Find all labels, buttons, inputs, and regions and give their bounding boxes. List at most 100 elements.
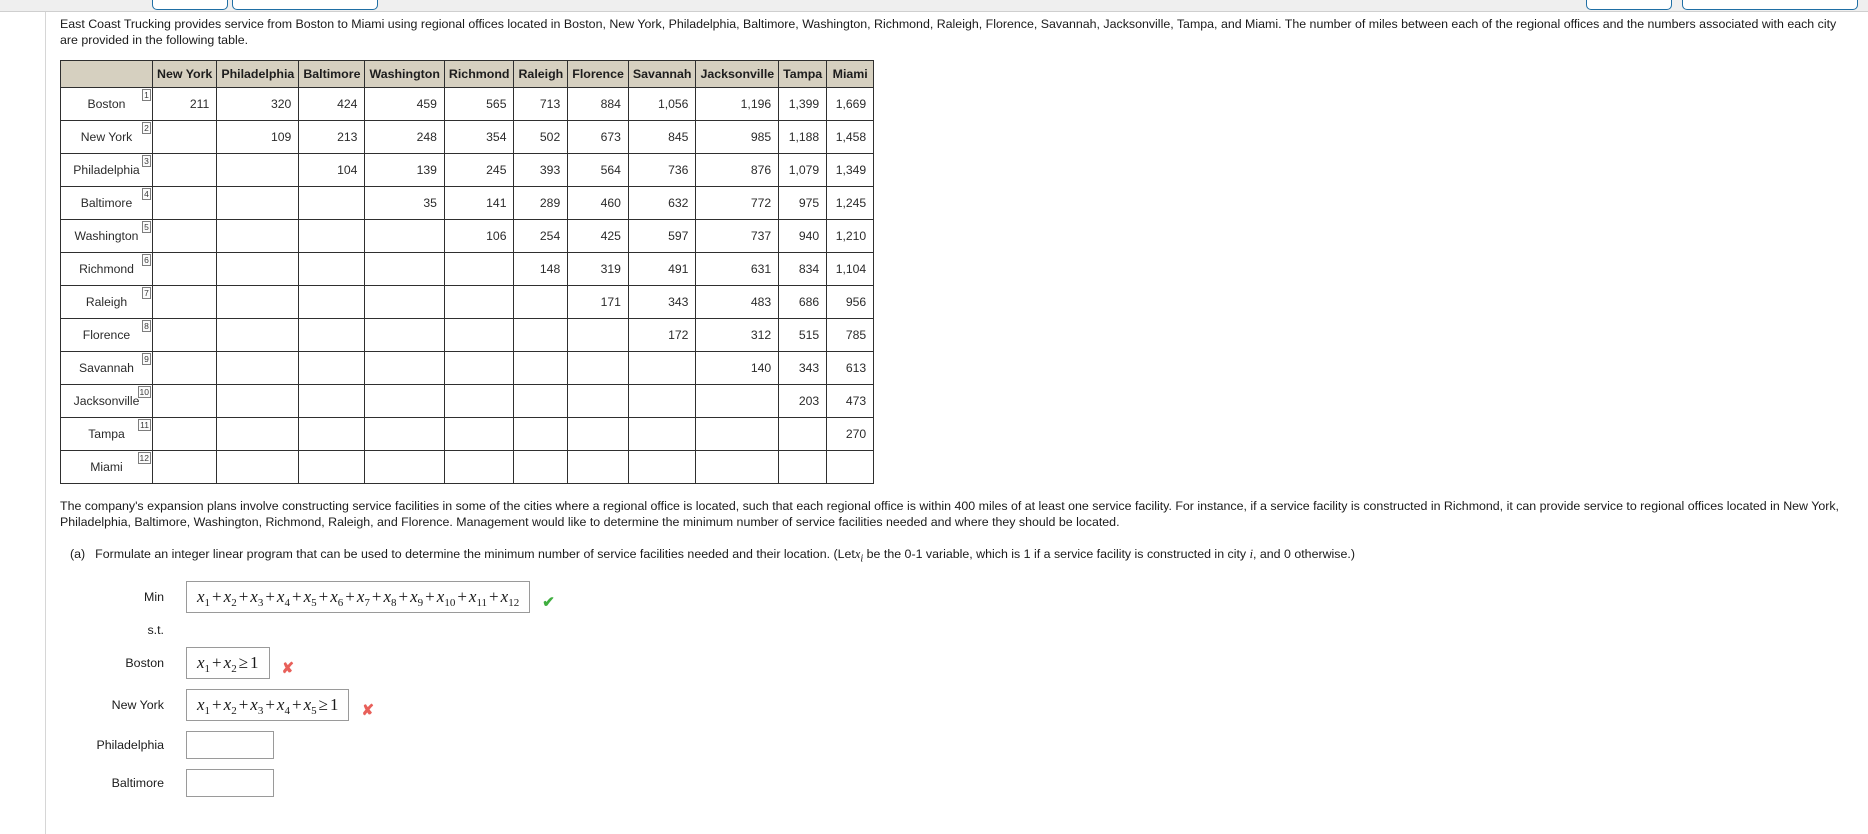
rhs-value: 1 [329, 695, 339, 715]
distance-cell: 785 [826, 318, 875, 352]
distance-cell: 975 [778, 186, 828, 220]
distance-cell [778, 450, 828, 484]
distance-cell: 140 [695, 351, 780, 385]
distance-cell [364, 219, 445, 253]
variable-term: x9 [410, 586, 424, 609]
row-index-badge: 4 [142, 188, 151, 200]
distance-cell: 772 [695, 186, 780, 220]
distance-table-row-label: Baltimore 4 [60, 186, 153, 220]
distance-cell [151, 351, 218, 385]
constraint-input[interactable]: x1 + x2 + x3 + x4 + x5 ≥ 1 [186, 689, 350, 722]
table-row: Jacksonville 10 203 473 [60, 384, 875, 418]
row-city-name: Washington [74, 229, 139, 243]
distance-cell [364, 285, 445, 319]
distance-cell [443, 450, 515, 484]
distance-cell [627, 351, 697, 385]
distance-cell: 109 [216, 120, 300, 154]
distance-cell: 1,349 [826, 153, 875, 187]
table-row: New York 2 109 213 248 354 502 673 845 985 1,188 1,… [60, 120, 875, 154]
distance-cell: 343 [627, 285, 697, 319]
toolbar-button-1[interactable] [152, 0, 228, 10]
row-index-badge: 5 [142, 221, 151, 233]
distance-cell [364, 384, 445, 418]
distance-cell: 354 [443, 120, 515, 154]
distance-cell: 203 [778, 384, 828, 418]
constraint-input[interactable] [186, 769, 274, 798]
distance-cell: 171 [567, 285, 629, 319]
distance-table-col-header: Washington [364, 60, 445, 88]
row-city-name: Savannah [79, 361, 134, 375]
distance-cell: 515 [778, 318, 828, 352]
distance-table-col-header: Savannah [627, 60, 697, 88]
toolbar-button-2[interactable] [232, 0, 378, 10]
row-index-badge: 7 [142, 287, 151, 299]
distance-cell: 1,079 [778, 153, 828, 187]
distance-cell: 713 [513, 87, 569, 121]
toolbar-button-3[interactable] [1586, 0, 1672, 10]
distance-cell: 876 [695, 153, 780, 187]
distance-cell: 1,056 [627, 87, 697, 121]
variable-term: x7 [356, 586, 370, 609]
plus-operator: + [345, 587, 355, 607]
distance-cell: 35 [364, 186, 445, 220]
plus-operator: + [291, 587, 302, 607]
objective-input[interactable]: x1 + x2 + x3 + x4 + x5 + x6 + x7 + x8 + … [186, 581, 531, 614]
part-a-text: Formulate an integer linear program that… [95, 546, 1355, 567]
distance-cell: 106 [443, 219, 515, 253]
distance-cell: 631 [695, 252, 780, 286]
distance-cell: 312 [695, 318, 780, 352]
plus-operator: + [318, 587, 329, 607]
distance-cell [567, 417, 629, 451]
variable-term: x3 [250, 694, 264, 717]
row-city-name: Jacksonville [73, 394, 140, 408]
part-a-variable-subscript: i [860, 553, 864, 565]
distance-table-col-header: Richmond [443, 60, 515, 88]
distance-cell [513, 384, 569, 418]
distance-cell: 320 [216, 87, 300, 121]
row-index-badge: 2 [142, 122, 151, 134]
distance-cell: 491 [627, 252, 697, 286]
distance-cell [216, 318, 300, 352]
distance-cell: 254 [513, 219, 569, 253]
distance-cell: 985 [695, 120, 780, 154]
distance-cell [513, 285, 569, 319]
distance-cell [627, 384, 697, 418]
distance-cell [443, 417, 515, 451]
table-row: Boston 1 211 320 424 459 565 713 884 1,056 1,196 1,… [60, 87, 875, 121]
distance-cell [364, 318, 445, 352]
plus-operator: + [291, 695, 302, 715]
distance-table-row-label: New York 2 [60, 120, 153, 154]
distance-table-head: New York Philadelphia Baltimore Washington R… [60, 60, 875, 88]
distance-table-row-label: Washington 5 [60, 219, 153, 253]
distance-cell [216, 417, 300, 451]
distance-table-header-row: New York Philadelphia Baltimore Washington R… [60, 60, 875, 88]
distance-cell [567, 351, 629, 385]
distance-cell: 1,458 [826, 120, 875, 154]
constraint-city-label: Philadelphia [96, 738, 164, 753]
distance-cell: 845 [627, 120, 697, 154]
distance-cell: 1,210 [826, 219, 875, 253]
table-row: Savannah 9 140 343 613 [60, 351, 875, 385]
distance-cell [364, 351, 445, 385]
distance-cell: 289 [513, 186, 569, 220]
distance-cell: 1,188 [778, 120, 828, 154]
table-row: Philadelphia 3 104 139 245 393 564 736 876 1,079 1… [60, 153, 875, 187]
distance-cell: 736 [627, 153, 697, 187]
part-a-text-before: Formulate an integer linear program that… [95, 547, 855, 561]
part-a-text-after: , and 0 otherwise.) [1253, 547, 1355, 561]
constraint-input[interactable] [186, 731, 274, 760]
distance-table-corner-header [60, 60, 153, 88]
row-index-badge: 6 [142, 254, 151, 266]
distance-cell: 613 [826, 351, 875, 385]
constraint-input[interactable]: x1 + x2 ≥ 1 [186, 647, 270, 680]
toolbar-button-4[interactable] [1682, 0, 1858, 10]
distance-table-row-label: Boston 1 [60, 87, 153, 121]
plus-operator: + [212, 587, 222, 607]
constraint-row: Baltimore [82, 769, 1860, 798]
distance-cell: 245 [443, 153, 515, 187]
distance-table-col-header: Philadelphia [216, 60, 300, 88]
relation-operator: ≥ [238, 653, 249, 673]
distance-cell [151, 450, 218, 484]
constraint-row: Philadelphia [82, 731, 1860, 760]
distance-table-col-header: New York [151, 60, 218, 88]
